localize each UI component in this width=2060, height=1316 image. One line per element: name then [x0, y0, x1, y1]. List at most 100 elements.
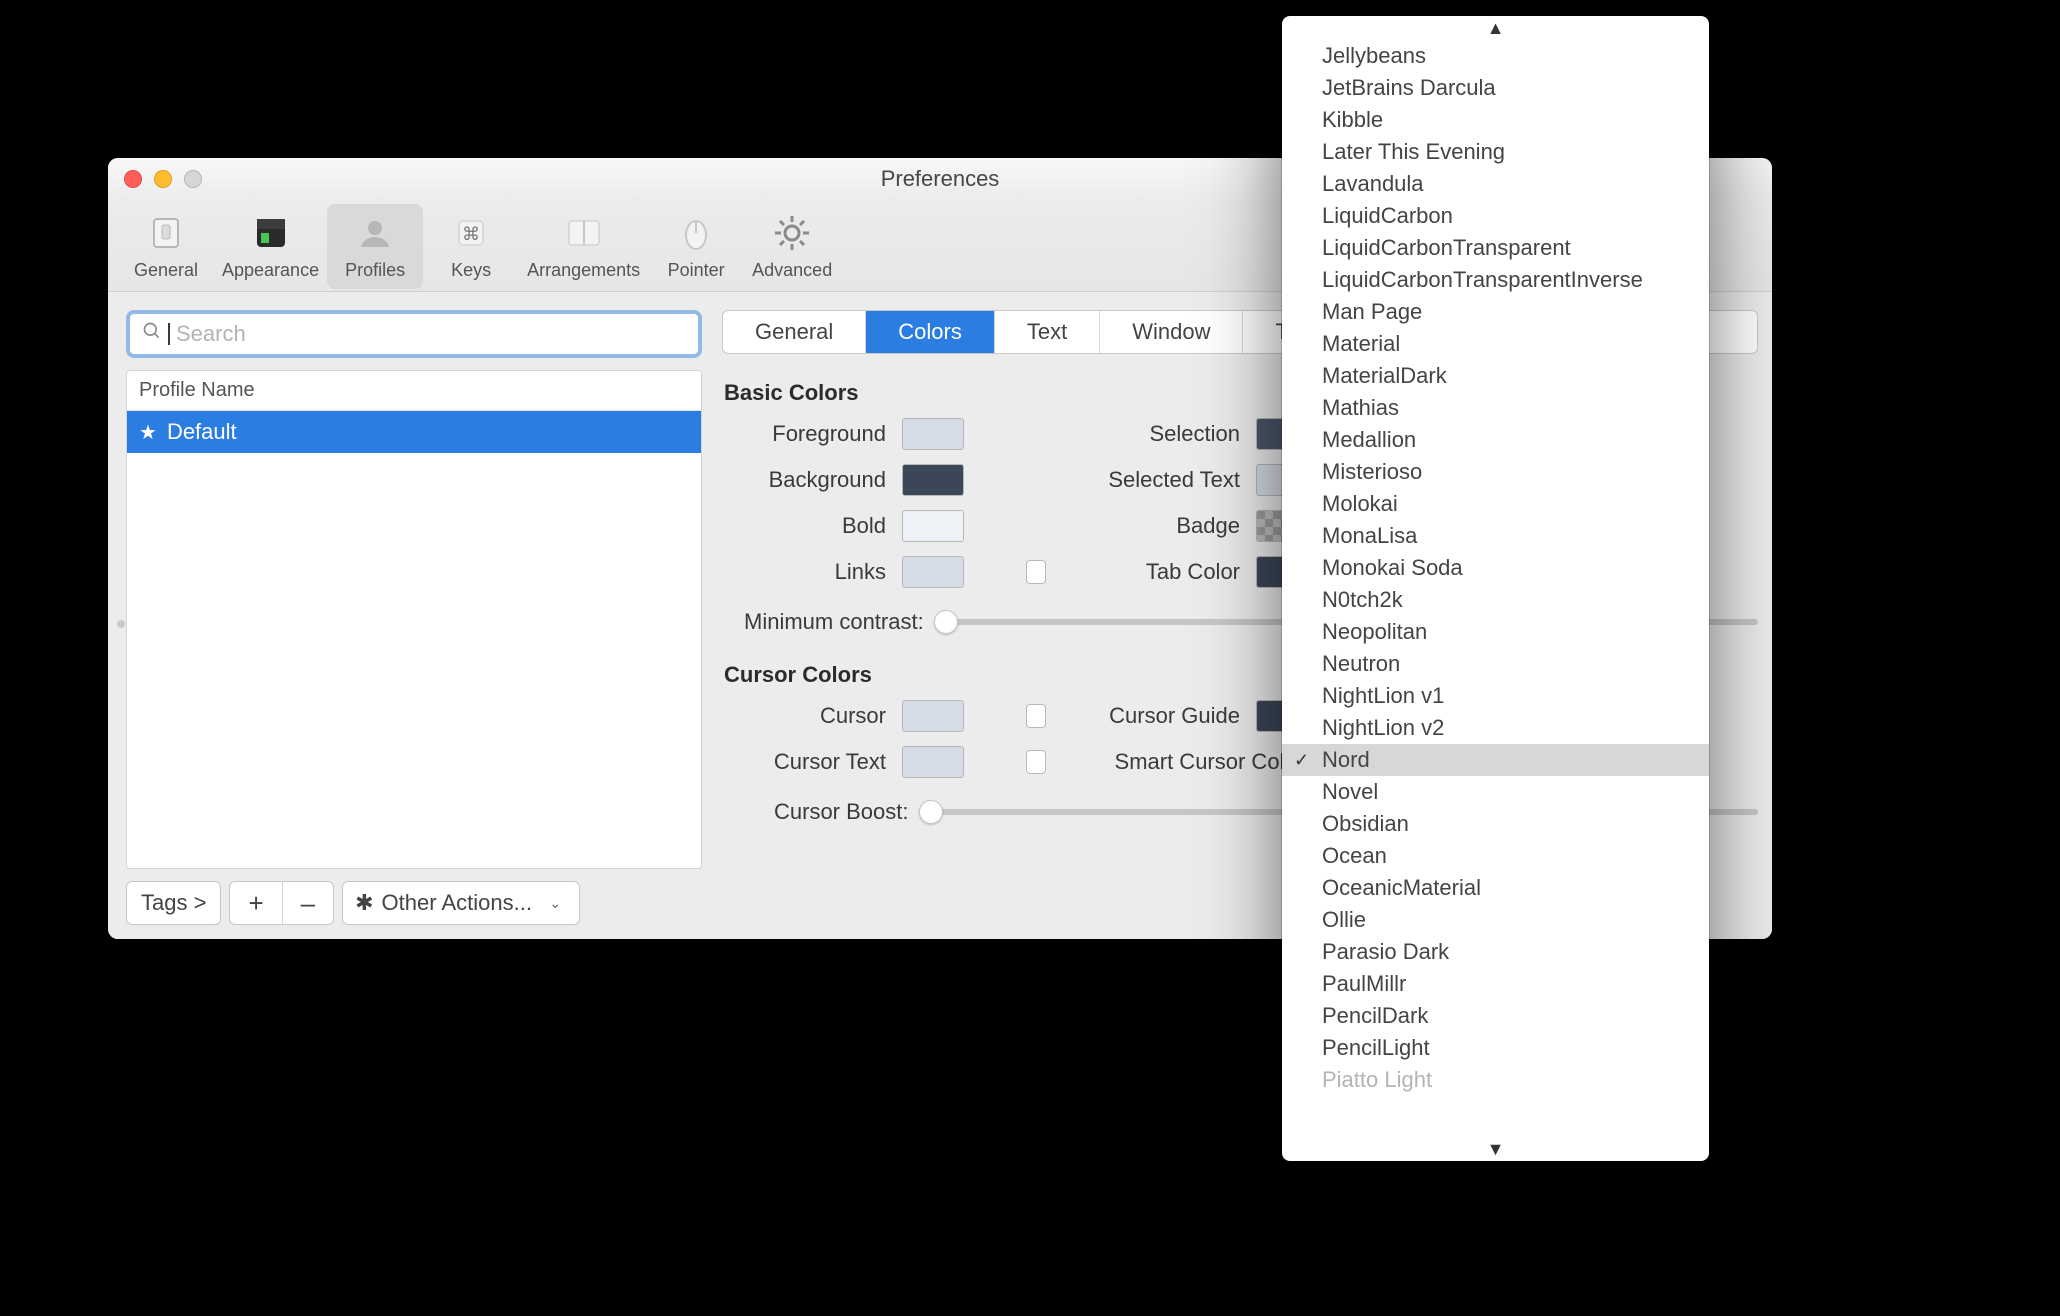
profile-name: Default [167, 419, 237, 445]
swatch-links[interactable] [902, 556, 964, 588]
keys-icon: ⌘ [448, 210, 494, 256]
search-icon [142, 321, 162, 347]
arrangements-icon [561, 210, 607, 256]
swatch-cursor-text[interactable] [902, 746, 964, 778]
toolbar-label: Appearance [222, 260, 319, 281]
appearance-icon [248, 210, 294, 256]
preset-item[interactable]: Obsidian [1282, 808, 1709, 840]
label-bold: Bold [722, 513, 902, 539]
preset-item[interactable]: Misterioso [1282, 456, 1709, 488]
profile-row-default[interactable]: ★ Default [127, 411, 701, 453]
preset-item[interactable]: N0tch2k [1282, 584, 1709, 616]
preset-item[interactable]: Molokai [1282, 488, 1709, 520]
preset-item[interactable]: MonaLisa [1282, 520, 1709, 552]
label-cursor-guide: Cursor Guide [1056, 703, 1256, 729]
scroll-down-arrow[interactable]: ▼ [1282, 1137, 1709, 1161]
swatch-cursor[interactable] [902, 700, 964, 732]
swatch-background[interactable] [902, 464, 964, 496]
toolbar-advanced[interactable]: Advanced [744, 204, 840, 289]
zoom-button[interactable] [184, 170, 202, 188]
profile-list-header: Profile Name [127, 371, 701, 411]
preset-item[interactable]: OceanicMaterial [1282, 872, 1709, 904]
color-presets-menu[interactable]: ▲ JellybeansJetBrains DarculaKibbleLater… [1282, 16, 1709, 1161]
preset-item[interactable]: NightLion v2 [1282, 712, 1709, 744]
label-smart-cursor: Smart Cursor Color [1056, 749, 1320, 775]
profile-toolbar: Tags > + – ✱ Other Actions... ⌄ [126, 881, 702, 925]
tab-general[interactable]: General [723, 311, 866, 353]
toolbar-keys[interactable]: ⌘Keys [423, 204, 519, 289]
preset-item[interactable]: ✓Nord [1282, 744, 1709, 776]
pointer-icon [673, 210, 719, 256]
preset-item[interactable]: PaulMillr [1282, 968, 1709, 1000]
preset-item[interactable]: Ollie [1282, 904, 1709, 936]
traffic-lights [124, 170, 202, 188]
tab-colors[interactable]: Colors [866, 311, 995, 353]
label-cursor: Cursor [722, 703, 902, 729]
preset-item[interactable]: PencilDark [1282, 1000, 1709, 1032]
preset-item[interactable]: Kibble [1282, 104, 1709, 136]
gear-icon: ✱ [355, 890, 373, 916]
preset-item[interactable]: Neutron [1282, 648, 1709, 680]
preset-item[interactable]: LiquidCarbon [1282, 200, 1709, 232]
toolbar-profiles[interactable]: Profiles [327, 204, 423, 289]
label-background: Background [722, 467, 902, 493]
tab-window[interactable]: Window [1100, 311, 1243, 353]
toolbar-general[interactable]: General [118, 204, 214, 289]
other-actions-label: Other Actions... [382, 890, 532, 916]
label-selection: Selection [1056, 421, 1256, 447]
chevron-down-icon: ⌄ [549, 895, 561, 912]
add-profile-button[interactable]: + [230, 882, 282, 924]
scroll-up-arrow[interactable]: ▲ [1282, 16, 1709, 40]
svg-text:⌘: ⌘ [462, 224, 480, 244]
preset-item[interactable]: Material [1282, 328, 1709, 360]
preset-item[interactable]: Mathias [1282, 392, 1709, 424]
profile-search[interactable] [126, 310, 702, 358]
preset-items: JellybeansJetBrains DarculaKibbleLater T… [1282, 40, 1709, 1137]
preset-item[interactable]: MaterialDark [1282, 360, 1709, 392]
preset-item[interactable]: LiquidCarbonTransparentInverse [1282, 264, 1709, 296]
label-selected-text: Selected Text [1056, 467, 1256, 493]
toolbar-appearance[interactable]: Appearance [214, 204, 327, 289]
preset-item[interactable]: Jellybeans [1282, 40, 1709, 72]
preset-item[interactable]: Parasio Dark [1282, 936, 1709, 968]
preset-item[interactable]: LiquidCarbonTransparent [1282, 232, 1709, 264]
preset-item[interactable]: NightLion v1 [1282, 680, 1709, 712]
toolbar-label: Pointer [668, 260, 725, 281]
toolbar-label: Advanced [752, 260, 832, 281]
toolbar-label: General [134, 260, 198, 281]
preset-item[interactable]: Medallion [1282, 424, 1709, 456]
preset-item[interactable]: Man Page [1282, 296, 1709, 328]
checkbox-tab-color[interactable] [1026, 560, 1046, 584]
profiles-icon [352, 210, 398, 256]
preset-item[interactable]: Ocean [1282, 840, 1709, 872]
tags-label: Tags > [127, 882, 220, 924]
preset-item[interactable]: PencilLight [1282, 1032, 1709, 1064]
preset-item[interactable]: Monokai Soda [1282, 552, 1709, 584]
toolbar-label: Profiles [345, 260, 405, 281]
preset-item[interactable]: Novel [1282, 776, 1709, 808]
preset-item[interactable]: JetBrains Darcula [1282, 72, 1709, 104]
window-title: Preferences [881, 166, 1000, 191]
other-actions-menu[interactable]: ✱ Other Actions... ⌄ [343, 882, 579, 924]
checkbox-cursor-guide[interactable] [1026, 704, 1046, 728]
close-button[interactable] [124, 170, 142, 188]
preset-item[interactable]: Later This Evening [1282, 136, 1709, 168]
checkbox-smart-cursor[interactable] [1026, 750, 1046, 774]
tab-text[interactable]: Text [995, 311, 1100, 353]
swatch-foreground[interactable] [902, 418, 964, 450]
minimize-button[interactable] [154, 170, 172, 188]
swatch-bold[interactable] [902, 510, 964, 542]
profiles-panel: Profile Name ★ Default Tags > + – ✱ [126, 310, 702, 925]
preset-item[interactable]: Neopolitan [1282, 616, 1709, 648]
remove-profile-button[interactable]: – [283, 882, 333, 924]
tags-button[interactable]: Tags > [126, 881, 221, 925]
star-icon: ★ [139, 420, 157, 445]
toolbar-label: Arrangements [527, 260, 640, 281]
label-badge: Badge [1056, 513, 1256, 539]
toolbar-pointer[interactable]: Pointer [648, 204, 744, 289]
drag-handle[interactable] [117, 620, 125, 628]
preset-item[interactable]: Lavandula [1282, 168, 1709, 200]
toolbar-arrangements[interactable]: Arrangements [519, 204, 648, 289]
profile-search-input[interactable] [176, 321, 686, 347]
preset-item[interactable]: Piatto Light [1282, 1064, 1709, 1096]
